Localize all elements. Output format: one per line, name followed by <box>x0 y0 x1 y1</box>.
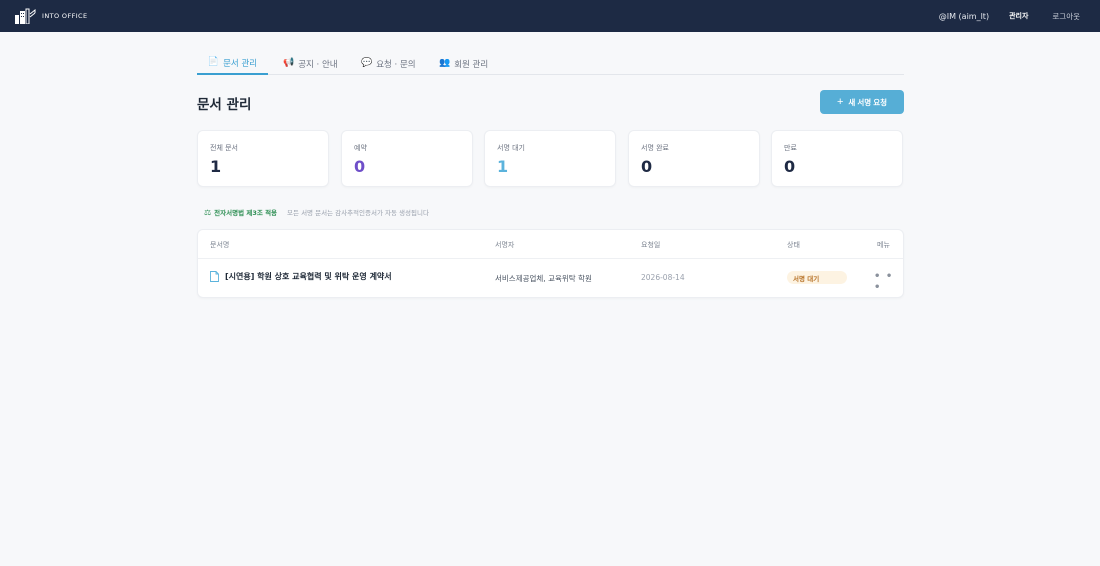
tab-documents[interactable]: 📄 문서 관리 <box>197 52 268 75</box>
stat-card-completed[interactable]: 서명 완료 0 <box>628 130 760 187</box>
stat-value: 0 <box>354 157 366 176</box>
column-header-status: 상태 <box>787 241 800 249</box>
documents-table: 문서명 서명자 요청일 상태 메뉴 [시연용] 학원 상호 교육협력 및 위탁 … <box>197 229 904 298</box>
page-title: 문서 관리 <box>197 97 252 113</box>
tab-requests[interactable]: 💬 요청 · 문의 <box>361 52 416 75</box>
legal-notice-text: 모든 서명 문서는 감사추적인증서가 자동 생성됩니다 <box>287 209 429 217</box>
speech-bubble-icon: 💬 <box>361 58 373 68</box>
plus-icon: + <box>836 95 844 108</box>
stat-card-total[interactable]: 전체 문서 1 <box>197 130 329 187</box>
table-row[interactable]: [시연용] 학원 상호 교육협력 및 위탁 운영 계약서 서비스제공업체, 교육… <box>198 259 903 299</box>
legal-notice: ⚖ 전자서명법 제3조 적용 모든 서명 문서는 감사추적인증서가 자동 생성됩… <box>204 207 429 218</box>
stat-card-expired[interactable]: 만료 0 <box>771 130 903 187</box>
admin-link[interactable]: 관리자 <box>1009 11 1028 21</box>
column-header-menu: 메뉴 <box>877 241 890 249</box>
brand-name: INTO OFFICE <box>42 12 88 20</box>
stat-card-pending[interactable]: 서명 대기 1 <box>484 130 616 187</box>
document-icon: 📄 <box>207 57 220 67</box>
stat-value: 1 <box>497 157 509 176</box>
user-name: @IM (aim_lt) <box>938 11 990 21</box>
top-bar: INTO OFFICE @IM (aim_lt) 관리자 로그아웃 <box>0 0 1100 32</box>
tab-label: 회원 관리 <box>454 59 489 70</box>
stat-label: 전체 문서 <box>210 144 238 152</box>
stat-value: 0 <box>641 157 653 176</box>
column-header-date: 요청일 <box>641 241 661 249</box>
new-signature-request-label: 새 서명 요청 <box>848 97 888 107</box>
stat-value: 0 <box>784 157 796 176</box>
building-logo-icon <box>15 8 36 24</box>
stat-value: 1 <box>210 157 222 176</box>
document-name-cell[interactable]: [시연용] 학원 상호 교육협력 및 위탁 운영 계약서 <box>210 271 392 282</box>
status-badge: 서명 대기 <box>787 271 847 284</box>
table-header: 문서명 서명자 요청일 상태 메뉴 <box>198 230 903 259</box>
file-icon <box>210 271 219 282</box>
top-nav: @IM (aim_lt) 관리자 로그아웃 <box>939 0 1080 32</box>
stat-card-scheduled[interactable]: 예약 0 <box>341 130 473 187</box>
signers-cell: 서비스제공업체, 교육위탁 학원 <box>495 274 592 283</box>
tab-label: 문서 관리 <box>223 58 258 69</box>
stat-label: 서명 완료 <box>641 144 669 152</box>
logout-link[interactable]: 로그아웃 <box>1052 11 1080 22</box>
scale-icon: ⚖ <box>204 207 212 217</box>
column-header-signers: 서명자 <box>495 241 515 249</box>
tab-members[interactable]: 👥 회원 관리 <box>439 52 488 75</box>
stat-label: 만료 <box>784 144 797 152</box>
stat-label: 서명 대기 <box>497 144 525 152</box>
legal-notice-title: 전자서명법 제3조 적용 <box>214 209 278 217</box>
tab-label: 공지 · 안내 <box>298 59 338 70</box>
tab-label: 요청 · 문의 <box>376 59 416 70</box>
people-icon: 👥 <box>439 58 451 68</box>
megaphone-icon: 📢 <box>283 58 295 68</box>
new-signature-request-button[interactable]: + 새 서명 요청 <box>820 90 904 114</box>
stat-label: 예약 <box>354 144 367 152</box>
request-date-cell: 2026-08-14 <box>641 273 685 282</box>
document-name: [시연용] 학원 상호 교육협력 및 위탁 운영 계약서 <box>225 272 392 281</box>
section-tabs: 📄 문서 관리 📢 공지 · 안내 💬 요청 · 문의 👥 회원 관리 <box>197 52 904 75</box>
more-options-icon[interactable]: • • • <box>874 271 903 293</box>
column-header-name: 문서명 <box>210 241 230 249</box>
brand-logo[interactable]: INTO OFFICE <box>14 7 88 25</box>
tab-notices[interactable]: 📢 공지 · 안내 <box>283 52 338 75</box>
